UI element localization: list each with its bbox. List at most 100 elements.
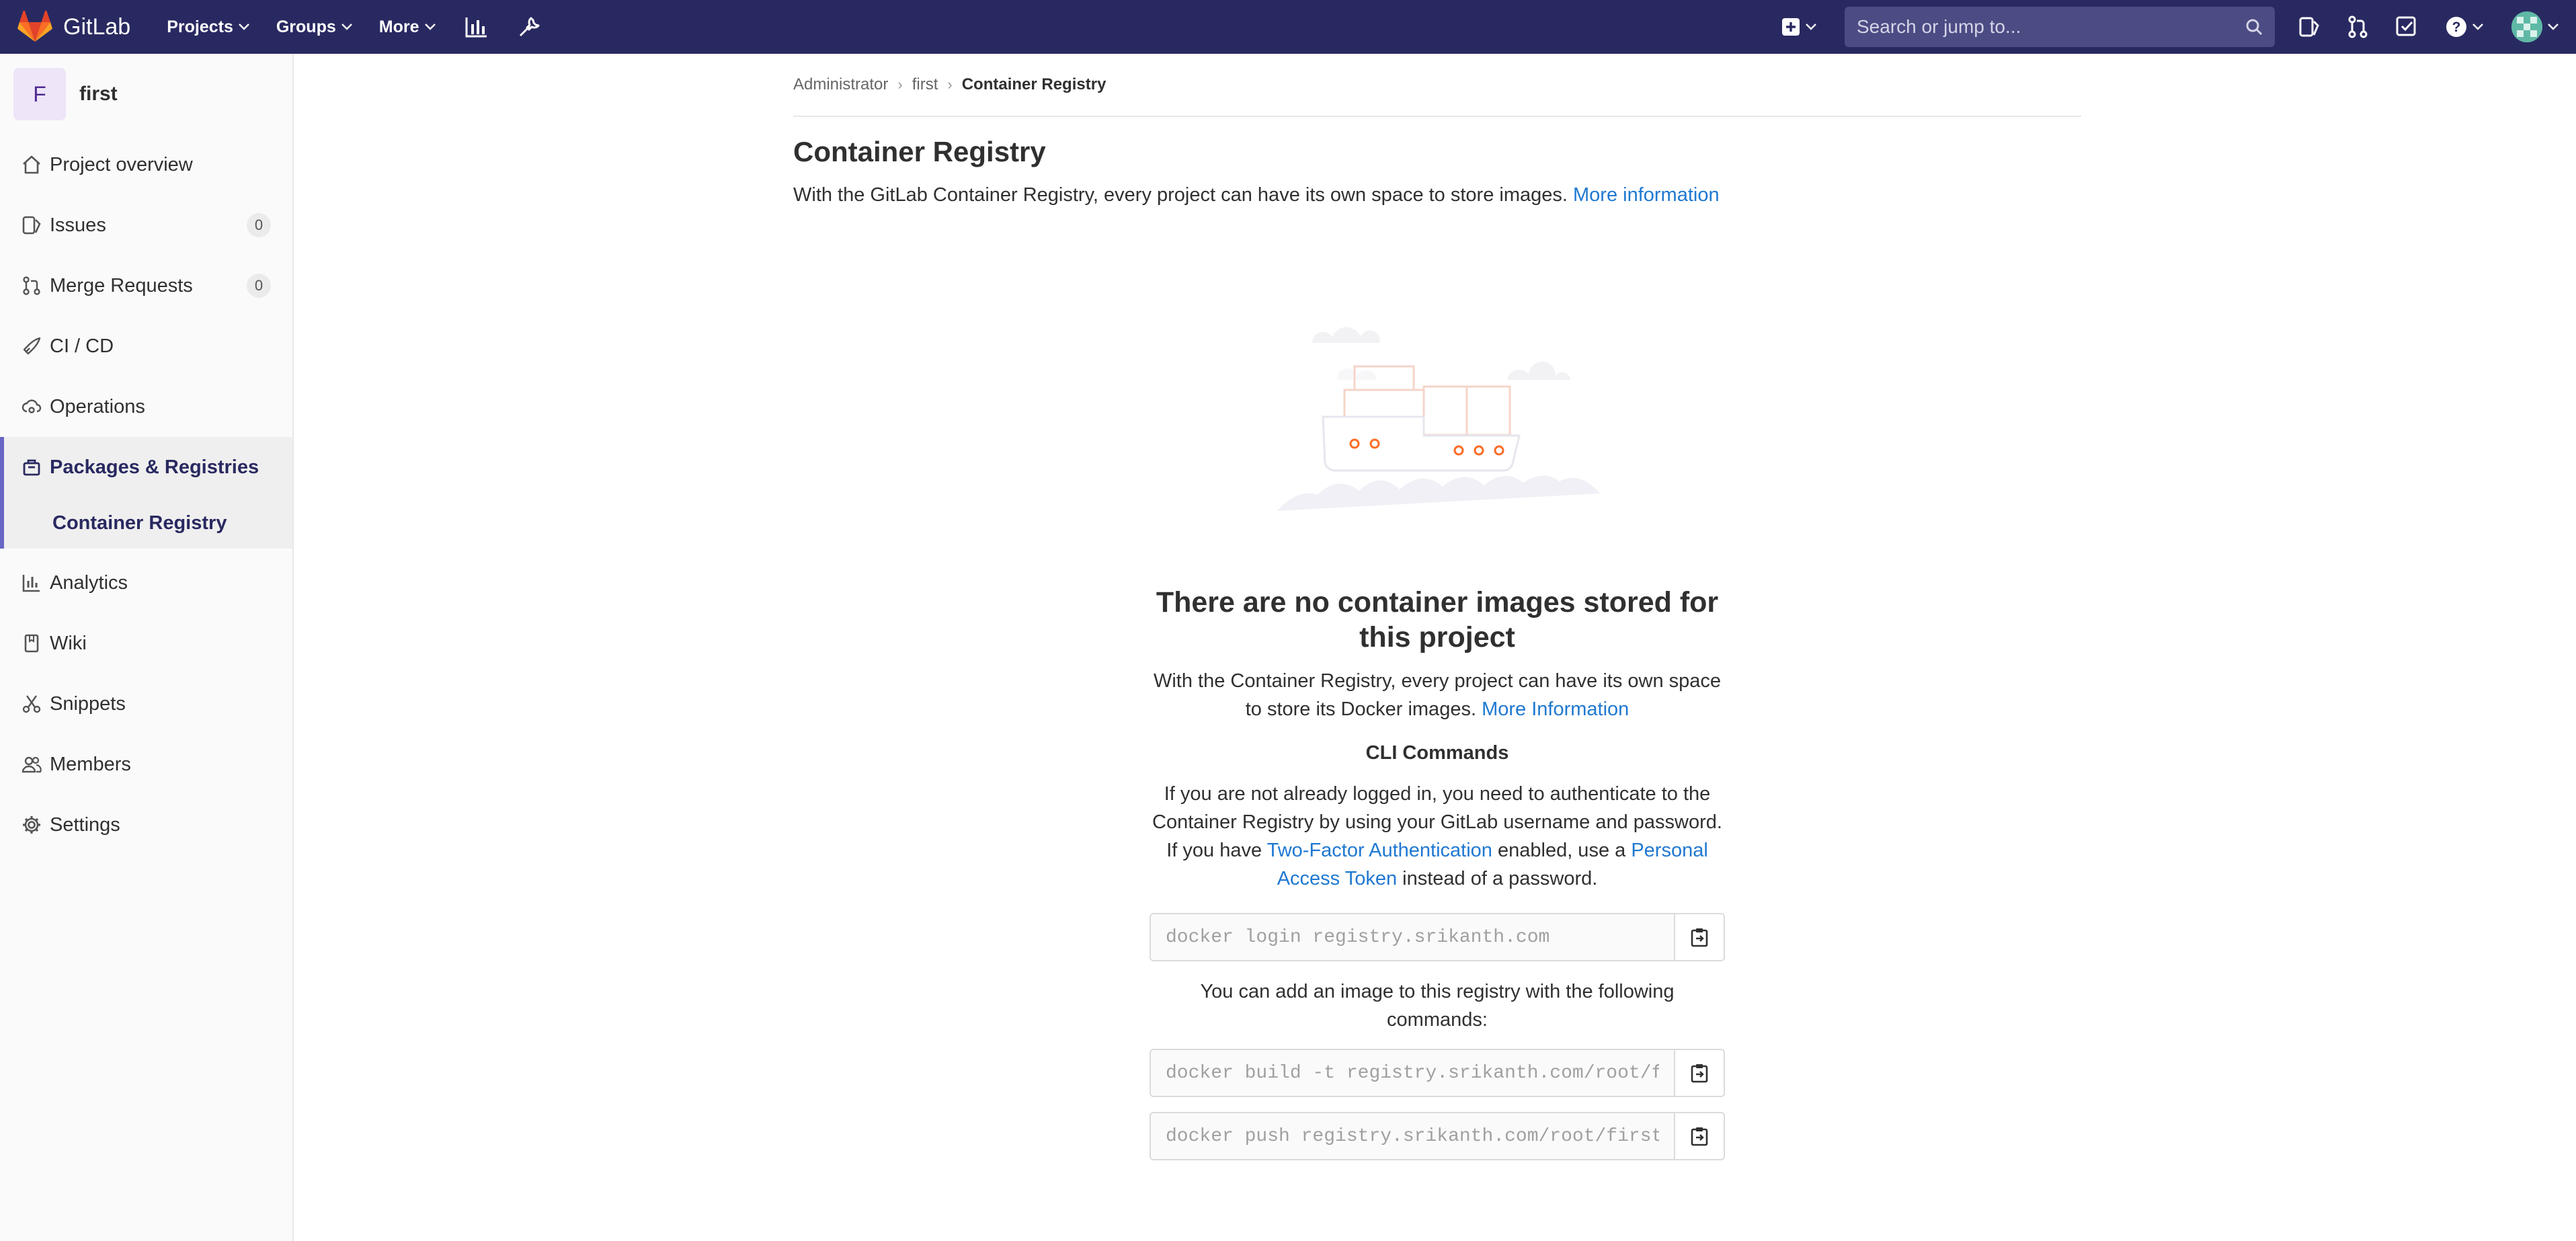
- clipboard-icon: [1691, 1064, 1708, 1083]
- project-avatar: F: [13, 68, 66, 120]
- help-dropdown[interactable]: ?: [2446, 16, 2483, 38]
- chevron-down-icon: [424, 24, 436, 30]
- sidebar-item-label: CI / CD: [50, 335, 114, 357]
- project-name: first: [79, 83, 118, 105]
- sidebar-item-label: Project overview: [50, 153, 193, 175]
- empty-state-description-text: With the Container Registry, every proje…: [1153, 670, 1722, 720]
- two-factor-auth-link[interactable]: Two-Factor Authentication: [1267, 840, 1492, 861]
- sidebar-item-label: Operations: [50, 395, 145, 417]
- sidebar-item-label: Issues: [50, 214, 106, 236]
- chevron-down-icon: [341, 24, 352, 30]
- breadcrumb: Administrator › first › Container Regist…: [793, 54, 2081, 117]
- more-label: More: [378, 17, 419, 36]
- issues-count-badge: 0: [247, 213, 271, 237]
- search-icon: [2246, 19, 2263, 36]
- user-avatar: [2511, 11, 2542, 42]
- sidebar-item-label: Snippets: [50, 692, 126, 715]
- page-description-text: With the GitLab Container Registry, ever…: [793, 184, 1568, 206]
- sidebar-item-label: Wiki: [50, 632, 87, 654]
- add-image-description: You can add an image to this registry wi…: [1200, 981, 1675, 1031]
- docker-push-command: [1150, 1112, 1725, 1160]
- sidebar-item-merge-requests[interactable]: Merge Requests 0: [0, 255, 292, 316]
- sidebar-item-members[interactable]: Members: [0, 734, 292, 795]
- docker-login-command: [1150, 913, 1725, 961]
- docker-build-command: [1150, 1049, 1725, 1097]
- gitlab-logo[interactable]: GitLab: [17, 0, 130, 54]
- book-icon: [20, 633, 43, 653]
- analytics-chart-icon[interactable]: [465, 16, 488, 38]
- page-description: With the GitLab Container Registry, ever…: [793, 184, 2081, 206]
- cli-commands-description: If you are not already logged in, you ne…: [1150, 780, 1725, 893]
- cli-text-part-3: instead of a password.: [1402, 868, 1598, 889]
- copy-build-command-button[interactable]: [1674, 1050, 1724, 1096]
- docker-build-input[interactable]: [1151, 1050, 1674, 1096]
- main-content: Administrator › first › Container Regist…: [793, 54, 2081, 206]
- cloud-gear-icon: [20, 397, 43, 417]
- sidebar-subitem-label: Container Registry: [52, 512, 227, 534]
- issues-icon: [20, 215, 43, 235]
- sidebar-item-label: Members: [50, 753, 131, 775]
- sidebar-item-label: Packages & Registries: [50, 456, 259, 478]
- gear-icon: [20, 815, 43, 835]
- user-menu-dropdown[interactable]: [2511, 11, 2559, 42]
- sidebar-item-snippets[interactable]: Snippets: [0, 674, 292, 734]
- sidebar-item-label: Merge Requests: [50, 274, 193, 296]
- breadcrumb-administrator[interactable]: Administrator: [793, 75, 888, 94]
- copy-login-command-button[interactable]: [1674, 914, 1724, 960]
- package-icon: [20, 457, 43, 477]
- sidebar-item-analytics[interactable]: Analytics: [0, 553, 292, 613]
- top-navbar: GitLab Projects Groups More Search or ju…: [0, 0, 2576, 54]
- sidebar-item-ci-cd[interactable]: CI / CD: [0, 316, 292, 376]
- todo-nav-icon[interactable]: [2396, 16, 2417, 38]
- wrench-icon[interactable]: [518, 15, 540, 38]
- merge-requests-count-badge: 0: [247, 274, 271, 298]
- chevron-down-icon: [239, 24, 249, 30]
- plus-square-icon: [1782, 18, 1800, 36]
- sidebar-item-packages-registries[interactable]: Packages & Registries: [0, 437, 292, 497]
- copy-push-command-button[interactable]: [1674, 1113, 1724, 1159]
- projects-label: Projects: [167, 17, 233, 36]
- more-information-docs-link[interactable]: More Information: [1482, 698, 1629, 720]
- svg-text:?: ?: [2452, 19, 2461, 35]
- sidebar-item-project-overview[interactable]: Project overview: [0, 134, 292, 195]
- page-title: Container Registry: [793, 136, 1046, 167]
- home-icon: [20, 155, 43, 175]
- search-box[interactable]: [1845, 7, 2275, 47]
- projects-dropdown[interactable]: Projects: [167, 17, 249, 37]
- more-dropdown[interactable]: More: [379, 17, 436, 37]
- issues-nav-icon[interactable]: [2299, 16, 2319, 38]
- project-sidebar: F first Project overview Issues 0 Merge …: [0, 54, 294, 1241]
- tanuki-icon: [17, 11, 52, 42]
- brand-name: GitLab: [63, 13, 131, 40]
- question-icon: ?: [2446, 17, 2466, 37]
- sidebar-item-issues[interactable]: Issues 0: [0, 195, 292, 255]
- users-icon: [20, 754, 43, 774]
- sidebar-item-wiki[interactable]: Wiki: [0, 613, 292, 674]
- docker-push-input[interactable]: [1151, 1113, 1674, 1159]
- groups-label: Groups: [276, 17, 336, 36]
- chevron-right-icon: ›: [947, 76, 953, 93]
- clipboard-icon: [1691, 1127, 1708, 1146]
- chevron-down-icon: [2472, 24, 2483, 30]
- docker-login-input[interactable]: [1151, 914, 1674, 960]
- empty-registry-illustration: [1277, 327, 1600, 511]
- new-dropdown[interactable]: [1781, 17, 1816, 36]
- more-information-link[interactable]: More information: [1573, 184, 1720, 206]
- cli-commands-heading: CLI Commands: [1365, 742, 1509, 764]
- breadcrumb-container-registry[interactable]: Container Registry: [962, 75, 1106, 94]
- cli-text-part-2: enabled, use a: [1497, 840, 1626, 861]
- groups-dropdown[interactable]: Groups: [276, 17, 352, 37]
- sidebar-item-operations[interactable]: Operations: [0, 376, 292, 437]
- chevron-down-icon: [2548, 24, 2559, 30]
- search-input[interactable]: [1857, 16, 2245, 38]
- empty-state-description: With the Container Registry, every proje…: [1150, 667, 1725, 723]
- project-header[interactable]: F first: [0, 54, 292, 134]
- breadcrumb-first[interactable]: first: [912, 75, 938, 94]
- empty-state-title: There are no container images stored for…: [1156, 586, 1719, 653]
- chart-icon: [20, 573, 43, 593]
- merge-request-nav-icon[interactable]: [2347, 15, 2368, 38]
- sidebar-subitem-container-registry[interactable]: Container Registry: [0, 497, 292, 549]
- sidebar-item-label: Analytics: [50, 571, 128, 594]
- clipboard-icon: [1691, 928, 1708, 947]
- sidebar-item-settings[interactable]: Settings: [0, 795, 292, 855]
